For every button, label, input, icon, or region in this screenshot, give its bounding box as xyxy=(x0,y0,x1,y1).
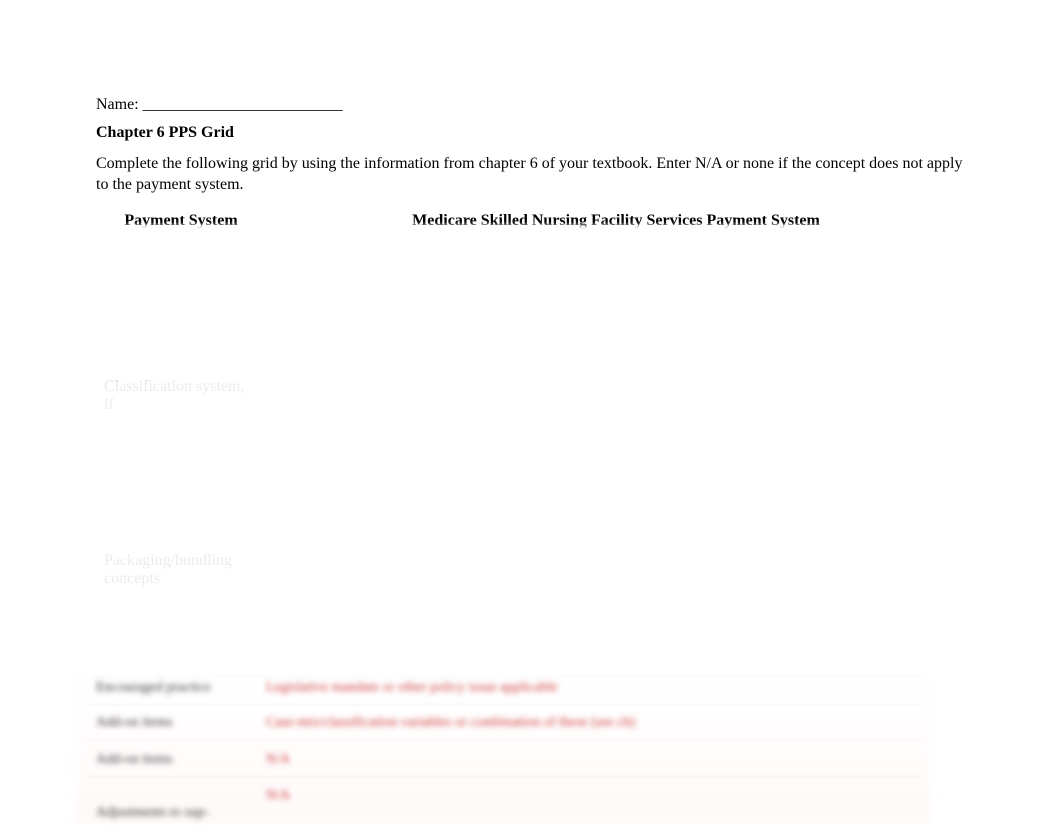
obscured-row: Add-on items N/A xyxy=(96,752,290,768)
obscured-label: Encouraged practice xyxy=(96,680,266,696)
obscured-value: N/A xyxy=(266,752,290,768)
obscured-label: Add-on items xyxy=(96,752,266,768)
obscured-value: Legislative mandate or other policy issu… xyxy=(266,680,558,696)
obscured-row: Adjustments to sup- xyxy=(96,805,266,821)
obscured-label: Adjustments to sup- xyxy=(96,805,266,821)
obscured-row: Encouraged practice Legislative mandate … xyxy=(96,680,558,696)
obscured-value: N/A xyxy=(266,788,290,804)
obscured-row: N/A xyxy=(96,788,290,804)
obscured-value: Case-mix/classification variables or com… xyxy=(266,715,635,731)
obscured-label: Add-on items xyxy=(96,715,266,731)
blurred-region xyxy=(0,545,1062,665)
obscured-row: Add-on items Case-mix/classification var… xyxy=(96,715,635,731)
blurred-region xyxy=(0,378,1062,508)
page-title: Chapter 6 PPS Grid xyxy=(96,124,966,142)
instructions-text: Complete the following grid by using the… xyxy=(96,154,966,196)
name-label: Name: _________________________ xyxy=(96,96,966,114)
obscured-label xyxy=(96,788,266,804)
blurred-region xyxy=(0,225,1062,360)
